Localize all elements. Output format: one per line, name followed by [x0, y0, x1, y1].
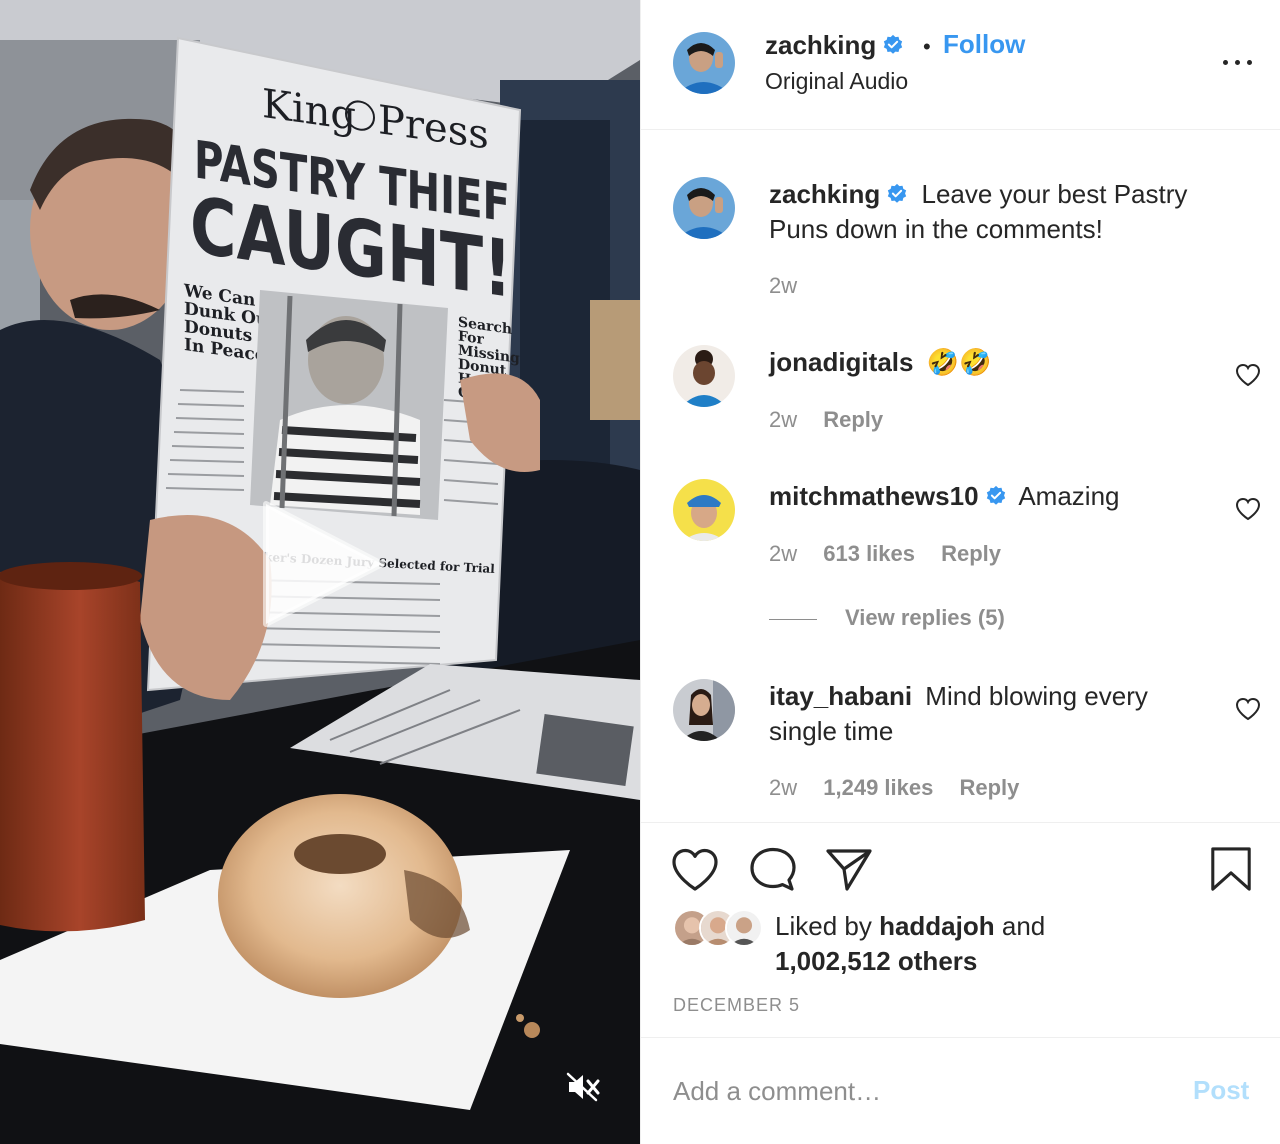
liked-by-user[interactable]: haddajoh	[879, 911, 995, 941]
comment-avatar[interactable]	[673, 345, 735, 407]
heart-icon[interactable]	[1235, 497, 1261, 521]
caption-username[interactable]: zachking	[769, 179, 908, 209]
post-actions: Liked by haddajoh and 1,002,512 others D…	[641, 822, 1280, 1038]
share-icon[interactable]	[825, 847, 873, 893]
verified-icon	[986, 485, 1005, 505]
comment-icon[interactable]	[749, 847, 797, 893]
comment-time[interactable]: 2w	[769, 775, 797, 800]
liked-by-others[interactable]: 1,002,512 others	[775, 946, 977, 976]
liked-by-text: Liked by haddajoh and 1,002,512 others	[775, 911, 1046, 976]
comment-meta: 2w Reply	[769, 407, 903, 433]
comment-username[interactable]: jonadigitals	[769, 347, 913, 377]
comment-text-block: jonadigitals 🤣🤣	[769, 345, 1209, 380]
follow-button[interactable]: Follow	[943, 29, 1025, 60]
comment-avatar[interactable]	[673, 679, 735, 741]
author-avatar[interactable]	[673, 32, 735, 94]
post-side-panel: zachking • Follow Original Audio zachkin…	[640, 0, 1280, 1144]
audio-label[interactable]: Original Audio	[765, 68, 908, 95]
more-options-icon[interactable]	[1221, 52, 1255, 72]
comment-text: 🤣🤣	[926, 347, 992, 377]
comment-meta: 2w 1,249 likes Reply	[769, 775, 1039, 801]
liker-avatar	[725, 909, 763, 947]
comment-meta: 2w 613 likes Reply	[769, 541, 1021, 567]
comment-text-block: itay_habani Mind blowing every single ti…	[769, 679, 1209, 749]
view-replies-button[interactable]: View replies (5)	[769, 605, 1005, 631]
author-username[interactable]: zachking	[765, 30, 904, 61]
reply-button[interactable]: Reply	[941, 541, 1001, 566]
heart-icon[interactable]	[671, 847, 719, 893]
separator-dot: •	[923, 34, 931, 59]
comment-avatar[interactable]	[673, 479, 735, 541]
verified-icon	[884, 34, 903, 54]
post-header: zachking • Follow Original Audio	[641, 0, 1280, 130]
caption-meta: 2w	[769, 273, 817, 299]
heart-icon[interactable]	[1235, 697, 1261, 721]
comment-text-block: mitchmathews10 Amazing	[769, 479, 1209, 514]
comment-time[interactable]: 2w	[769, 407, 797, 432]
verified-icon	[888, 183, 907, 203]
caption-text-block: zachking Leave your best Pastry Puns dow…	[769, 177, 1209, 247]
comment-input[interactable]	[673, 1069, 1173, 1113]
view-replies-divider	[769, 618, 817, 620]
play-icon[interactable]	[258, 498, 390, 630]
post-date[interactable]: DECEMBER 5	[673, 995, 800, 1016]
comment-text: Amazing	[1018, 481, 1120, 511]
heart-icon[interactable]	[1235, 363, 1261, 387]
comment-username[interactable]: mitchmathews10	[769, 481, 1007, 511]
caption-avatar[interactable]	[673, 177, 735, 239]
comment-username[interactable]: itay_habani	[769, 681, 912, 711]
reply-button[interactable]: Reply	[823, 407, 883, 432]
reply-button[interactable]: Reply	[959, 775, 1019, 800]
bookmark-icon[interactable]	[1209, 847, 1253, 893]
comment-likes[interactable]: 1,249 likes	[823, 775, 933, 800]
post-button[interactable]: Post	[1193, 1075, 1249, 1106]
comments-section[interactable]: zachking Leave your best Pastry Puns dow…	[641, 131, 1280, 821]
mute-icon[interactable]	[566, 1072, 600, 1102]
post-media[interactable]: King Press PASTRY THIEF CAUGHT! We Can D…	[0, 0, 640, 1144]
comment-time[interactable]: 2w	[769, 541, 797, 566]
caption-time[interactable]: 2w	[769, 273, 797, 298]
liked-by-avatars[interactable]	[673, 909, 773, 947]
comment-likes[interactable]: 613 likes	[823, 541, 915, 566]
add-comment-bar: Post	[641, 1039, 1280, 1144]
